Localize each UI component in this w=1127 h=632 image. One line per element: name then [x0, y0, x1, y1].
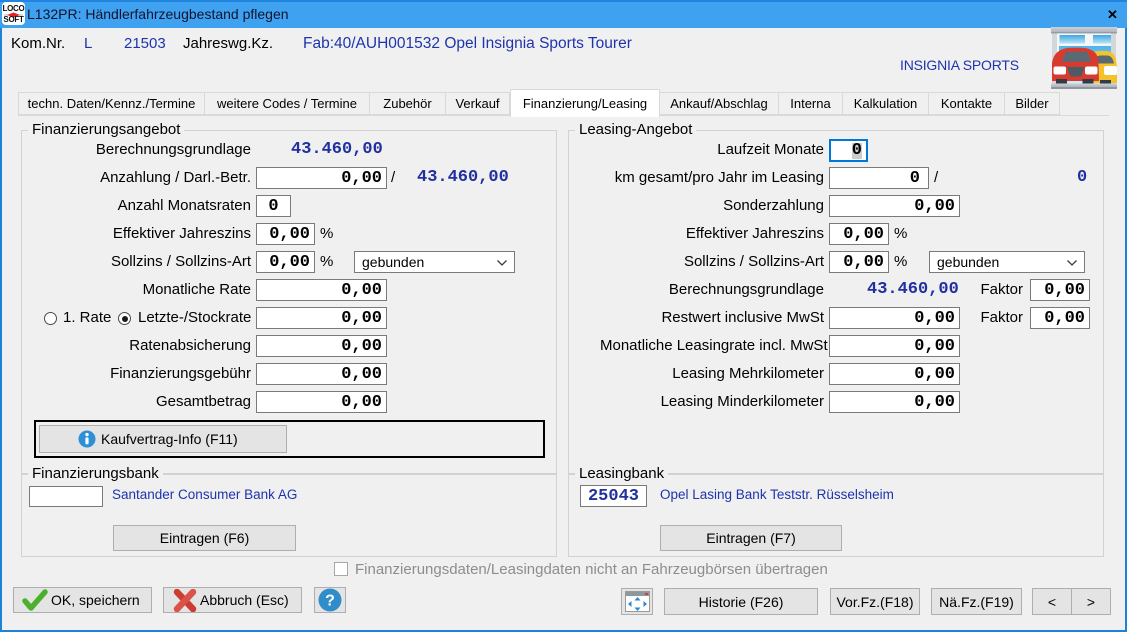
- svg-text:?: ?: [325, 593, 335, 610]
